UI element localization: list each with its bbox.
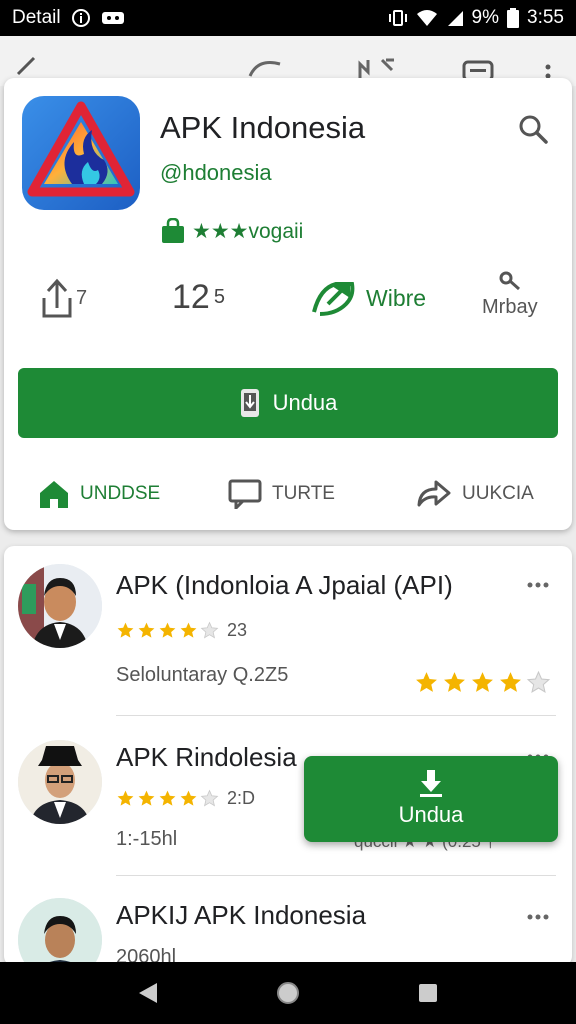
share-stat[interactable]: 7	[40, 278, 87, 318]
home-icon	[40, 481, 68, 508]
home-nav-icon[interactable]	[275, 980, 301, 1006]
app-logo-icon	[22, 96, 140, 210]
share-count: 7	[76, 286, 88, 309]
item-rating: 23	[116, 620, 247, 641]
star-filled-icon	[180, 790, 197, 806]
star-filled-icon	[472, 672, 493, 692]
back-nav-icon[interactable]	[137, 981, 159, 1005]
star-filled-icon	[159, 622, 176, 638]
app-title: APK Indonesia	[160, 110, 366, 145]
mrbay-label: Mrbay	[482, 296, 538, 318]
rating-row: ★★★vogaii	[160, 218, 303, 244]
rating-text: ★★★vogaii	[192, 219, 304, 243]
system-nav-bar	[0, 962, 576, 1024]
install-label: Undua	[272, 390, 338, 415]
star-filled-icon	[138, 622, 155, 638]
install-button[interactable]: Undua	[18, 368, 558, 438]
star-empty-icon	[526, 670, 551, 693]
star-rating	[414, 670, 551, 695]
battery-icon	[507, 8, 520, 28]
floating-download-label: Undua	[398, 802, 464, 827]
item-title: APK (Indonloia A Jpaial (API)	[116, 570, 453, 600]
star-rating	[116, 621, 219, 640]
star-filled-icon	[416, 672, 437, 692]
item-title: APK Rindolesia	[116, 742, 297, 772]
count-main: 12	[172, 278, 210, 316]
count-small: 5	[213, 286, 225, 308]
star-empty-icon	[200, 621, 219, 639]
mrbay-stat[interactable]: Mrbay	[482, 270, 538, 319]
star-filled-icon	[159, 790, 176, 806]
stats-row: 7 12 5 Wibre Mrbay	[4, 270, 572, 340]
item-subtitle: 1:-15hl	[116, 828, 178, 850]
info-icon	[71, 9, 90, 27]
status-label: Detail	[12, 7, 61, 28]
list-item[interactable]: APK (Indonloia A Jpaial (API) 23 Selolun…	[4, 546, 572, 716]
back-icon[interactable]	[16, 56, 36, 76]
tab-home-label: UNDDSE	[80, 483, 161, 504]
rating-count: 2:D	[227, 788, 256, 808]
upload-icon	[42, 278, 72, 318]
star-filled-icon	[444, 672, 465, 692]
star-filled-icon	[117, 622, 134, 638]
item-rating: 2:D	[116, 788, 255, 809]
recents-nav-icon[interactable]	[417, 982, 439, 1004]
wibre-stat[interactable]: Wibre	[310, 278, 426, 318]
bookmark-icon[interactable]	[462, 60, 494, 80]
share-arrow-icon	[417, 480, 451, 507]
wifi-icon	[416, 10, 437, 26]
item-subtitle: Seloluntaray Q.2Z5	[116, 664, 289, 686]
battery-text: 9%	[471, 7, 500, 28]
key-icon	[499, 271, 520, 291]
star-filled-icon	[180, 622, 197, 638]
list-item[interactable]: APKIJ APK Indonesia 2060hl	[4, 876, 572, 966]
star-filled-icon	[117, 790, 134, 806]
clock: 3:55	[527, 7, 564, 28]
avatar	[18, 898, 102, 966]
tag-icon	[312, 282, 355, 316]
item-title: APKIJ APK Indonesia	[116, 900, 367, 930]
tab-share-label: UUKCIA	[462, 483, 534, 504]
chat-icon	[228, 479, 262, 509]
app-detail-card: APK Indonesia @hdonesia ★★★vogaii 7 12 5 …	[4, 78, 572, 530]
vibrate-icon	[388, 10, 407, 26]
share-icon[interactable]	[248, 58, 282, 78]
download-icon	[420, 770, 442, 797]
star-rating	[116, 789, 219, 808]
sync-icon[interactable]	[356, 58, 396, 78]
tab-bar: UNDDSE TURTE UUKCIA	[4, 474, 572, 520]
avatar	[18, 564, 102, 648]
tab-comments-label: TURTE	[272, 483, 335, 504]
tab-share[interactable]: UUKCIA	[416, 474, 534, 514]
search-icon[interactable]	[518, 114, 548, 144]
signal-icon	[447, 11, 463, 26]
wibre-label: Wibre	[366, 284, 427, 311]
more-options-icon[interactable]	[526, 912, 550, 922]
star-filled-icon	[138, 790, 155, 806]
star-empty-icon	[200, 789, 219, 807]
more-options-icon[interactable]	[526, 580, 550, 590]
tab-comments[interactable]: TURTE	[228, 474, 335, 514]
floating-download-button[interactable]: Undua	[304, 756, 558, 842]
count-stat: 12 5	[172, 278, 225, 317]
notification-icon	[101, 12, 124, 24]
avatar	[18, 740, 102, 824]
star-filled-icon	[500, 672, 521, 692]
status-bar: Detail 9% 3:55	[0, 0, 576, 36]
phone-download-icon	[240, 389, 259, 417]
rating-count: 23	[227, 620, 248, 640]
developer-link[interactable]: @hdonesia	[160, 160, 272, 186]
tab-home[interactable]: UNDDSE	[38, 474, 160, 514]
bag-icon	[162, 218, 184, 243]
